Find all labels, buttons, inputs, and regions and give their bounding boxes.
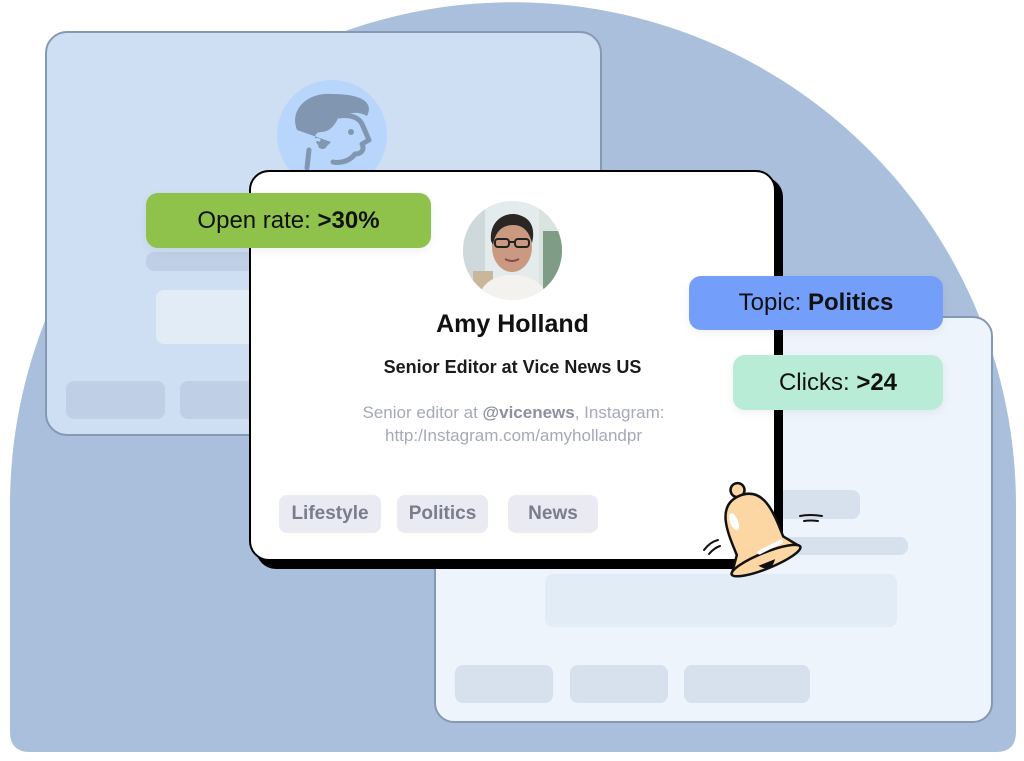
bio-instagram-link[interactable]: http:/Instagram.com/amyhollandpr xyxy=(385,426,642,445)
skeleton-button xyxy=(180,381,260,419)
bio-suffix: , Instagram: xyxy=(574,403,665,422)
skeleton-button xyxy=(684,665,810,703)
open-rate-label: Open rate: xyxy=(197,207,318,234)
clicks-label: Clicks: xyxy=(778,369,857,396)
notification-bell-icon xyxy=(703,481,823,578)
profile-photo xyxy=(463,201,562,300)
tag-lifestyle[interactable]: Lifestyle xyxy=(279,495,381,533)
skeleton-button xyxy=(66,381,165,419)
open-rate-value: >30% xyxy=(317,207,380,234)
topic-value: Politics xyxy=(808,289,894,316)
bio-handle-link[interactable]: @vicenews xyxy=(483,403,575,422)
open-rate-badge: Open rate: >30% xyxy=(146,193,431,248)
profile-title: Senior Editor at Vice News US xyxy=(383,357,642,377)
skeleton-button xyxy=(455,665,553,703)
tag-news[interactable]: News xyxy=(508,495,598,533)
topic-label: Topic: xyxy=(738,289,808,316)
tag-politics[interactable]: Politics xyxy=(397,495,488,533)
profile-bio: Senior editor at @vicenews, Instagram: h… xyxy=(300,401,727,447)
skeleton-button xyxy=(570,665,668,703)
clicks-badge: Clicks: >24 xyxy=(733,355,943,410)
topic-badge: Topic: Politics xyxy=(689,276,943,330)
clicks-value: >24 xyxy=(856,369,898,396)
bio-prefix: Senior editor at xyxy=(362,403,483,422)
